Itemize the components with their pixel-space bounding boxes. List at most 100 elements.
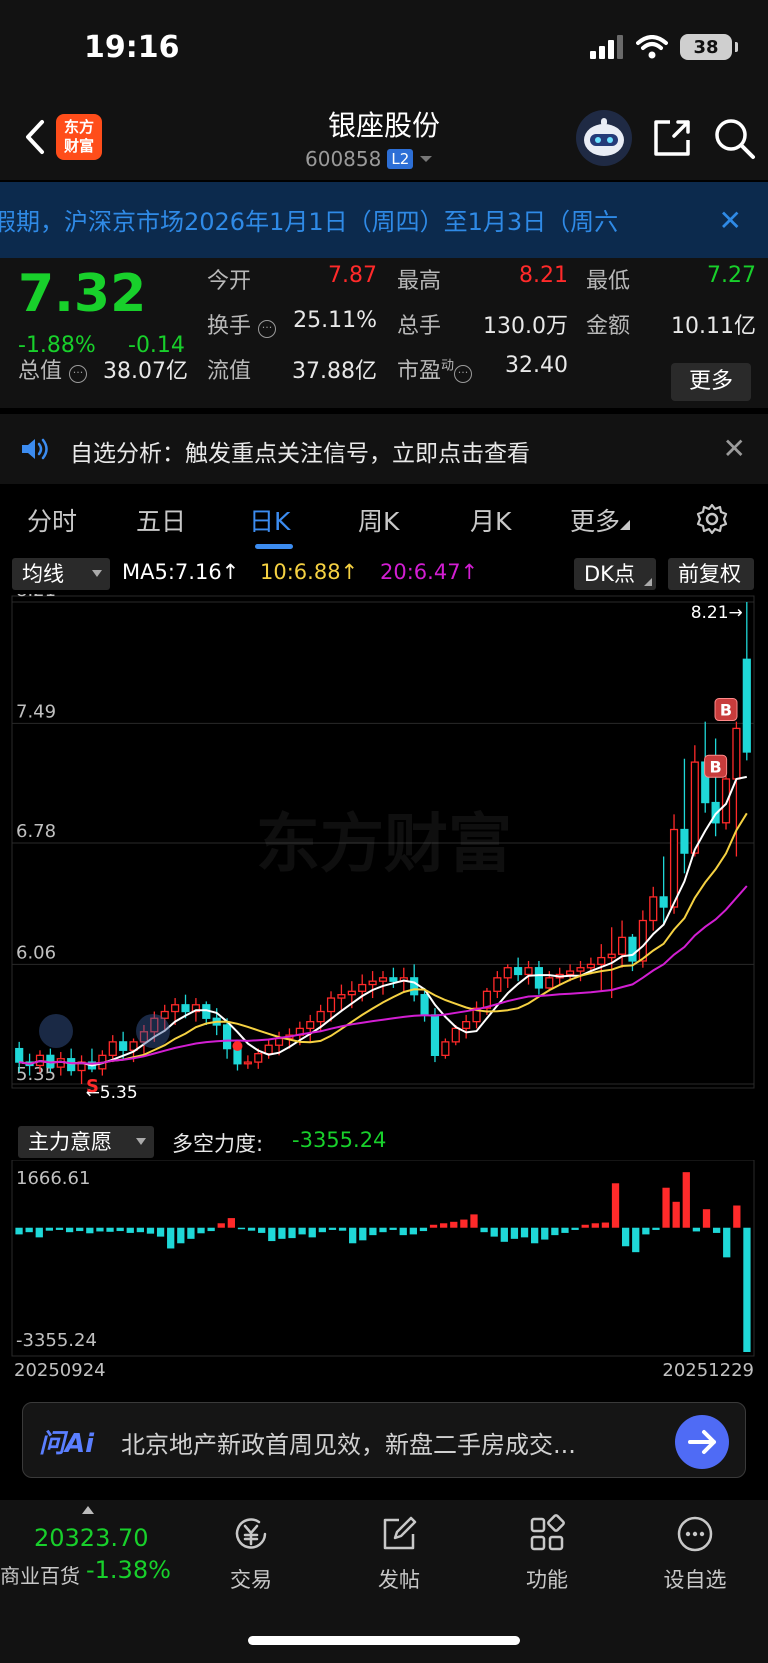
nav-actions: [576, 110, 756, 166]
force-bar: [207, 1227, 215, 1232]
force-bar: [65, 1227, 74, 1233]
force-bar: [440, 1223, 448, 1228]
force-bar: [268, 1227, 276, 1242]
signal-icon: [590, 35, 623, 59]
sector-index-name[interactable]: 商业百货: [0, 1560, 80, 1589]
tab-five-day[interactable]: 五日: [136, 502, 186, 538]
force-bar: [126, 1227, 134, 1233]
force-bar: [136, 1227, 145, 1233]
candle-body: [67, 1058, 76, 1072]
candle-body: [534, 967, 543, 989]
force-bar: [237, 1227, 246, 1230]
pe-label[interactable]: 市盈动 ···: [397, 353, 473, 385]
post-button[interactable]: 发帖: [344, 1514, 454, 1594]
sector-index-value[interactable]: 20323.70: [34, 1524, 149, 1552]
candle-body: [742, 658, 751, 753]
date-axis: 20250924 20251229: [0, 1358, 768, 1386]
adjust-mode-button[interactable]: 前复权: [668, 558, 754, 590]
settings-gear-icon[interactable]: [695, 502, 729, 536]
candle-body: [441, 1041, 450, 1056]
search-icon[interactable]: [712, 116, 756, 160]
force-bar: [672, 1201, 680, 1228]
functions-button[interactable]: 功能: [492, 1514, 602, 1594]
float-cap-value: 37.88亿: [292, 359, 377, 384]
force-bar: [55, 1227, 64, 1230]
functions-label: 功能: [526, 1568, 568, 1592]
info-icon: ···: [258, 320, 277, 338]
force-bar: [591, 1223, 599, 1228]
tab-more[interactable]: 更多: [570, 502, 631, 538]
indicator-selector[interactable]: 主力意愿: [18, 1126, 154, 1158]
send-arrow-button[interactable]: [675, 1415, 729, 1469]
active-tab-indicator: [255, 544, 293, 549]
tab-monthly-k[interactable]: 月K: [470, 502, 511, 538]
high-label: 最高: [397, 269, 442, 294]
price-tick-label: 8.21: [16, 594, 56, 601]
candle-body: [617, 936, 627, 955]
buy-signal-label: B: [720, 701, 732, 720]
share-icon[interactable]: [650, 116, 694, 160]
candle-body: [493, 977, 502, 992]
main-force-chart[interactable]: 1666.61 -3355.24: [0, 1160, 768, 1358]
force-bar: [359, 1227, 367, 1241]
pe-value: 32.40: [505, 353, 568, 378]
amount-label: 金额: [586, 314, 631, 339]
status-icons: 38: [590, 34, 738, 60]
sell-signal-label: S: [86, 1076, 99, 1097]
force-bar: [177, 1227, 185, 1244]
tab-daily-k[interactable]: 日K: [249, 502, 290, 538]
force-bar: [500, 1227, 508, 1242]
dk-point-button[interactable]: DK点: [574, 558, 656, 590]
force-bar: [551, 1227, 559, 1236]
force-bar: [167, 1227, 175, 1249]
float-cap-label: 流值: [207, 359, 252, 384]
force-bar: [227, 1218, 235, 1228]
candle-body: [243, 1061, 252, 1065]
turnover-label[interactable]: 换手 ···: [207, 308, 277, 340]
candle-body: [337, 994, 346, 999]
battery-indicator: 38: [680, 34, 738, 60]
chart-grid: [11, 1160, 755, 1357]
market-cap-label[interactable]: 总值 ···: [18, 353, 88, 385]
price-tick-label: 6.06: [16, 942, 56, 963]
add-watchlist-button[interactable]: 设自选: [640, 1514, 750, 1594]
tab-intraday[interactable]: 分时: [27, 502, 77, 538]
holiday-notice-bar[interactable]: 假期，沪深京市场2026年1月1日（周四）至1月3日（周六 ✕: [0, 182, 768, 258]
ask-ai-prompt: 北京地产新政首周见效，新盘二手房成交...: [121, 1431, 576, 1459]
force-bar: [733, 1205, 741, 1228]
candle-body: [108, 1041, 117, 1056]
alert-text: 自选分析：触发重点关注信号，立即点击查看: [70, 441, 530, 467]
volume-label: 总手: [397, 314, 442, 339]
more-button[interactable]: 更多: [671, 363, 751, 401]
end-date: 20251229: [662, 1360, 754, 1381]
add-watchlist-label: 设自选: [663, 1568, 727, 1592]
assistant-robot-icon[interactable]: [576, 110, 632, 166]
force-bar: [349, 1227, 357, 1244]
open-value: 7.87: [328, 263, 377, 288]
indicator-selector[interactable]: 均线: [12, 558, 110, 590]
candle-body: [680, 828, 689, 854]
candle-body: [254, 1053, 263, 1063]
level2-badge: L2: [387, 149, 414, 169]
trade-button[interactable]: 交易: [196, 1514, 306, 1594]
candlestick-chart[interactable]: 东方财富 8.217.496.786.065.35 8.21→←5.35SBB: [0, 594, 768, 1120]
stock-code-row[interactable]: 600858 L2: [305, 147, 433, 171]
status-bar: 19:16 38: [0, 0, 768, 100]
quote-panel: 7.32 -1.88% -0.14 今开 7.87 最高 8.21 最低 7.2…: [0, 258, 768, 408]
tab-weekly-k[interactable]: 周K: [358, 502, 399, 538]
force-axis-ticks: 1666.61 -3355.24: [16, 1168, 97, 1351]
force-bar: [743, 1227, 751, 1352]
candle-body: [503, 967, 512, 979]
close-icon[interactable]: ✕: [719, 204, 742, 237]
candle-body: [378, 977, 388, 982]
candle-body: [264, 1044, 273, 1055]
ask-ai-bar[interactable]: 问Ai 北京地产新政首周见效，新盘二手房成交...: [22, 1402, 746, 1478]
close-icon[interactable]: ✕: [723, 432, 746, 465]
open-label: 今开: [207, 269, 252, 294]
candle-body: [721, 778, 731, 824]
candle-body: [347, 990, 356, 996]
candle-body: [607, 953, 616, 959]
watchlist-alert-bar[interactable]: 自选分析：触发重点关注信号，立即点击查看 ✕: [0, 414, 768, 484]
stock-code: 600858: [305, 147, 382, 171]
force-bar: [369, 1227, 377, 1236]
